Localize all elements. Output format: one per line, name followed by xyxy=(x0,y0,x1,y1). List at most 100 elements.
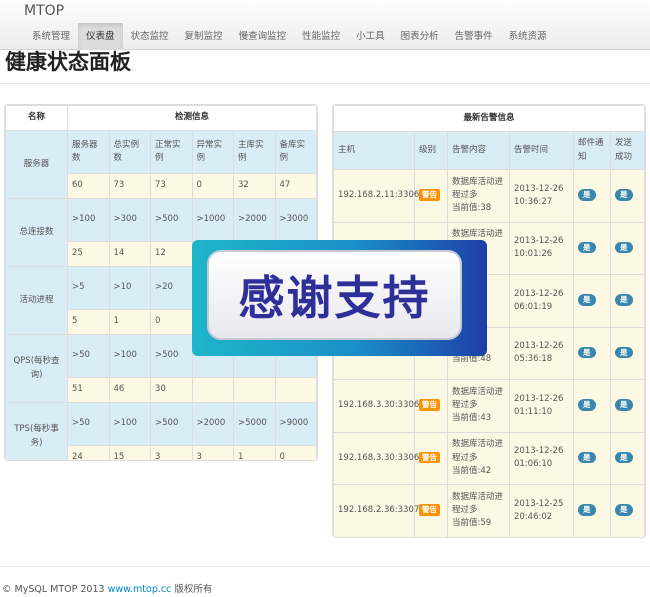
health-value: 25 xyxy=(67,241,110,267)
health-value: 73 xyxy=(150,173,193,199)
health-threshold-label: 备库实例 xyxy=(274,130,317,174)
alarm-mail-cell: 是 xyxy=(573,326,611,380)
alarm-mail-cell: 是 xyxy=(573,431,611,485)
alarm-column-header: 发送成功 xyxy=(610,131,645,170)
alarm-content: 数据库活动进程过多 xyxy=(452,176,504,201)
alarm-sent-cell: 是 xyxy=(610,169,645,223)
mail-status-badge: 是 xyxy=(578,504,596,516)
sent-status-badge: 是 xyxy=(615,399,633,411)
nav-item-3[interactable]: 复制监控 xyxy=(177,23,231,50)
alarm-host: 192.168.3.30:3306 xyxy=(333,379,419,433)
health-threshold-label: 服务器数 xyxy=(67,130,110,174)
alarm-time: 2013-12-25 20:46:02 xyxy=(509,484,574,537)
mail-status-badge: 是 xyxy=(578,189,596,201)
alarm-time: 2013-12-26 01:11:10 xyxy=(509,379,574,433)
mail-status-badge: 是 xyxy=(578,294,596,306)
health-value: 14 xyxy=(108,241,151,267)
health-row-name: 活动进程 xyxy=(5,266,68,335)
footer: © MySQL MTOP 2013 www.mtop.cc 版权所有 xyxy=(2,581,212,595)
health-value xyxy=(233,377,276,403)
alarm-row: 192.168.2.36:3307 警告 数据库活动进程过多 当前值:59 2013-1… xyxy=(333,484,645,537)
health-value: 0 xyxy=(274,445,317,460)
health-value: 0 xyxy=(150,309,193,335)
health-value: 32 xyxy=(233,173,276,199)
footer-copyright: © MySQL MTOP 2013 xyxy=(2,584,108,595)
health-threshold-label: >10 xyxy=(108,266,151,310)
nav-item-6[interactable]: 小工具 xyxy=(348,23,393,50)
alarm-current-value: 当前值:59 xyxy=(452,518,492,529)
alarm-time: 2013-12-26 05:36:18 xyxy=(509,326,574,380)
alarm-content-cell: 数据库活动进程过多 当前值:38 xyxy=(447,169,510,223)
health-value: 5 xyxy=(67,309,110,335)
health-row-name: TPS(每秒事务) xyxy=(5,402,68,460)
thanks-banner-plate: 感谢支持 xyxy=(207,250,462,340)
thanks-banner: 感谢支持 xyxy=(192,240,487,356)
warning-badge: 警告 xyxy=(419,189,440,201)
alarm-row: 192.168.3.30:3306 警告 数据库活动进程过多 当前值:42 2013-1… xyxy=(333,431,645,485)
health-value: 47 xyxy=(274,173,317,199)
brand-logo[interactable]: MTOP xyxy=(24,3,64,19)
alarm-time: 2013-12-26 06:01:19 xyxy=(509,274,574,328)
alarm-time: 2013-12-26 10:01:26 xyxy=(509,221,574,275)
alarm-content-cell: 数据库活动进程过多 当前值:43 xyxy=(447,379,510,433)
health-threshold-label: >300 xyxy=(108,198,151,242)
alarm-mail-cell: 是 xyxy=(573,221,611,275)
nav-item-7[interactable]: 图表分析 xyxy=(393,23,447,50)
alarm-column-header: 主机 xyxy=(333,131,415,170)
alarm-mail-cell: 是 xyxy=(573,274,611,328)
mail-status-badge: 是 xyxy=(578,399,596,411)
health-threshold-label: 异常实例 xyxy=(191,130,234,174)
health-threshold-label: 主库实例 xyxy=(233,130,276,174)
health-value: 15 xyxy=(108,445,151,460)
alarm-level-cell: 警告 xyxy=(414,169,448,223)
alarm-row: 192.168.2.11:3306 警告 数据库活动进程过多 当前值:38 2013-1… xyxy=(333,169,645,223)
nav-item-4[interactable]: 慢查询监控 xyxy=(231,23,295,50)
sent-status-badge: 是 xyxy=(615,189,633,201)
sent-status-badge: 是 xyxy=(615,504,633,516)
health-threshold-label: >2000 xyxy=(191,402,234,446)
warning-badge: 警告 xyxy=(419,451,440,464)
health-value: 3 xyxy=(191,445,234,460)
nav-item-9[interactable]: 系统资源 xyxy=(501,23,555,50)
health-threshold-label: >50 xyxy=(67,334,110,378)
alarm-sent-cell: 是 xyxy=(610,221,645,275)
alarm-mail-cell: 是 xyxy=(573,379,611,433)
health-threshold-label: >500 xyxy=(150,402,193,446)
sent-status-badge: 是 xyxy=(615,451,633,464)
health-header-name: 名称 xyxy=(5,105,68,131)
alarm-columns: 主机 级别 告警内容 告警时间 邮件通知 发送成功 xyxy=(333,131,645,170)
alarm-host: 192.168.2.36:3307 xyxy=(333,484,419,537)
health-row-name: QPS(每秒查询) xyxy=(5,334,68,403)
health-threshold-label: >5000 xyxy=(233,402,276,446)
alarm-host: 192.168.2.11:3306 xyxy=(333,169,419,223)
alarm-content-cell: 数据库活动进程过多 当前值:59 xyxy=(447,484,510,537)
health-value: 24 xyxy=(67,445,110,460)
health-header-info: 检测信息 xyxy=(67,105,317,131)
footer-divider xyxy=(0,566,650,567)
sent-status-badge: 是 xyxy=(615,294,633,306)
nav-item-8[interactable]: 告警事件 xyxy=(447,23,501,50)
alarm-content-cell: 数据库活动进程过多 当前值:42 xyxy=(447,431,510,485)
health-value: 46 xyxy=(108,377,151,403)
health-threshold-label: 正常实例 xyxy=(150,130,193,174)
alarm-column-header: 告警时间 xyxy=(509,131,574,170)
alarm-sent-cell: 是 xyxy=(610,431,645,485)
alarm-header: 最新告警信息 xyxy=(333,105,645,132)
alarm-content: 数据库活动进程过多 xyxy=(452,439,504,463)
health-value: 0 xyxy=(191,173,234,199)
health-threshold-label: >500 xyxy=(150,334,193,378)
health-threshold-label: >1000 xyxy=(191,198,234,242)
health-threshold-label: >100 xyxy=(108,334,151,378)
health-value xyxy=(274,377,317,403)
health-threshold-label: 总实例数 xyxy=(108,130,151,174)
alarm-sent-cell: 是 xyxy=(610,379,645,433)
footer-link[interactable]: www.mtop.cc xyxy=(108,584,172,595)
health-threshold-label: >9000 xyxy=(274,402,317,446)
health-row-labels: 服务器 服务器数 总实例数 正常实例 异常实例 主库实例 备库实例 xyxy=(5,130,317,199)
alarm-column-header: 告警内容 xyxy=(447,131,510,170)
nav-item-5[interactable]: 性能监控 xyxy=(294,23,348,50)
alarm-row: 192.168.3.30:3306 警告 数据库活动进程过多 当前值:43 2013-1… xyxy=(333,379,645,433)
page-title: 健康状态面板 xyxy=(5,50,131,74)
thanks-banner-text: 感谢支持 xyxy=(238,271,431,325)
health-threshold-label: >100 xyxy=(67,198,110,242)
